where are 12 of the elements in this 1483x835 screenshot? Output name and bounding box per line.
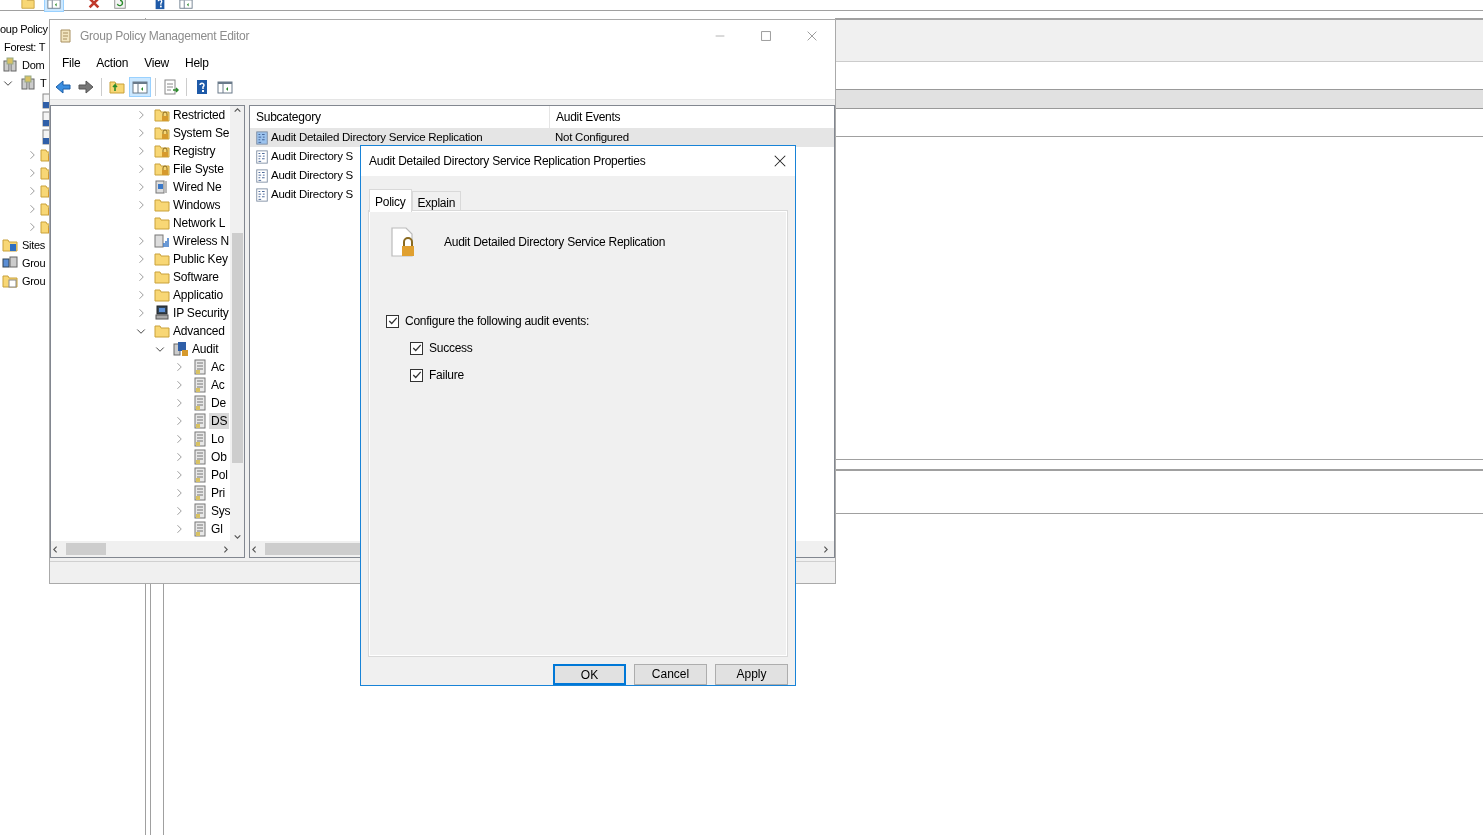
subcategory-text: Audit Directory S	[271, 148, 354, 164]
checkbox-label: Success	[429, 340, 473, 358]
subcategory-text: Audit Directory S	[271, 186, 354, 202]
window-title: Group Policy Management Editor	[80, 27, 250, 45]
policy-name: Audit Detailed Directory Service Replication	[444, 233, 666, 251]
dialog-title: Audit Detailed Directory Service Replication Properties	[369, 153, 646, 170]
audit-events-text: Not Configured	[554, 129, 629, 145]
checkbox-label: Failure	[429, 367, 464, 385]
subcategory-text: Audit Directory S	[271, 167, 354, 183]
window-title: oup Policy	[0, 21, 49, 37]
subcategory-text: Audit Detailed Directory Service Replication	[271, 129, 483, 145]
checkbox-label: Configure the following audit events:	[405, 313, 590, 331]
